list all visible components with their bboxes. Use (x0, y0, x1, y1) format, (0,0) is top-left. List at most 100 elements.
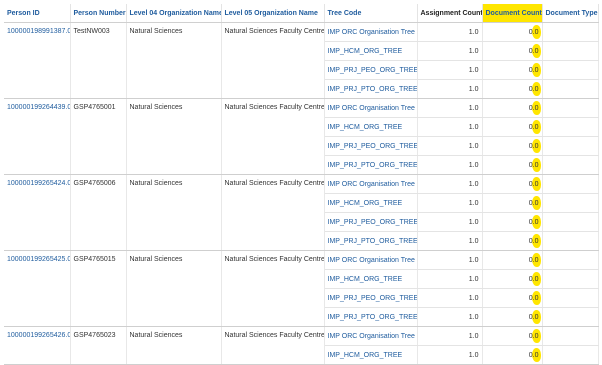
document-type-cell (542, 231, 599, 251)
assignment-count-cell: 1.0 (417, 269, 483, 289)
tree-code-cell[interactable]: IMP_PRJ_PEO_ORG_TREE (324, 60, 418, 80)
document-type-cell (542, 79, 599, 99)
assignment-count-cell: 1.0 (417, 79, 483, 99)
tree-code-cell[interactable]: IMP_PRJ_PTO_ORG_TREE (324, 155, 418, 175)
document-count-value: 0.0 (528, 28, 539, 36)
document-count-cell: 0.0 (482, 288, 543, 308)
tree-code-cell[interactable]: IMP_PRJ_PEO_ORG_TREE (324, 212, 418, 232)
document-type-cell (542, 136, 599, 156)
document-type-cell (542, 60, 599, 80)
assignment-count-cell: 1.0 (417, 288, 483, 308)
document-count-value: 0.0 (528, 123, 539, 131)
document-type-cell (542, 174, 599, 194)
document-count-cell: 0.0 (482, 212, 543, 232)
document-count-value: 0.0 (528, 161, 539, 169)
tree-code-cell[interactable]: IMP_HCM_ORG_TREE (324, 193, 418, 213)
assignment-count-cell: 1.0 (417, 60, 483, 80)
assignment-count-cell: 1.0 (417, 212, 483, 232)
person-id-cell[interactable]: 100000199265426.0 (4, 326, 71, 365)
level04-cell: Natural Sciences (126, 22, 222, 99)
tree-code-cell[interactable]: IMP ORC Organisation Tree (324, 98, 418, 118)
tree-code-cell[interactable]: IMP ORC Organisation Tree (324, 174, 418, 194)
table-row: 100000198991387.0 TestNW003 Natural Scienc… (4, 22, 599, 99)
document-count-cell: 0.0 (482, 117, 543, 137)
document-count-value: 0.0 (528, 66, 539, 74)
level05-cell: Natural Sciences Faculty Centre (221, 174, 325, 251)
document-type-cell (542, 307, 599, 327)
table-body: 100000198991387.0 TestNW003 Natural Scienc… (4, 22, 599, 365)
document-count-cell: 0.0 (482, 345, 543, 365)
assignment-count-cell: 1.0 (417, 41, 483, 61)
document-count-cell: 0.0 (482, 250, 543, 270)
table-row: 100000199265424.0 GSP4765006 Natural Scien… (4, 174, 599, 251)
table-row: 100000199265425.0 GSP4765015 Natural Scien… (4, 250, 599, 327)
column-header-level05[interactable]: Level 05 Organization Name (221, 4, 325, 23)
person-id-cell[interactable]: 100000199264439.0 (4, 98, 71, 175)
column-header-assignment-count[interactable]: Assignment Count (417, 4, 483, 23)
report-table: Person ID Person Number Level 04 Organiz… (4, 4, 599, 365)
column-header-document-count[interactable]: Document Count (482, 4, 543, 23)
document-type-cell (542, 98, 599, 118)
document-count-value: 0.0 (528, 351, 539, 359)
document-count-cell: 0.0 (482, 60, 543, 80)
level04-cell: Natural Sciences (126, 174, 222, 251)
person-id-cell[interactable]: 100000198991387.0 (4, 22, 71, 99)
tree-code-cell[interactable]: IMP ORC Organisation Tree (324, 250, 418, 270)
document-count-value: 0.0 (528, 237, 539, 245)
assignment-count-cell: 1.0 (417, 136, 483, 156)
assignment-count-cell: 1.0 (417, 117, 483, 137)
tree-code-cell[interactable]: IMP_PRJ_PTO_ORG_TREE (324, 231, 418, 251)
document-count-value: 0.0 (528, 104, 539, 112)
level04-cell: Natural Sciences (126, 98, 222, 175)
document-count-cell: 0.0 (482, 22, 543, 42)
tree-code-cell[interactable]: IMP_HCM_ORG_TREE (324, 41, 418, 61)
person-number-cell: GSP4765001 (70, 98, 127, 175)
document-count-value: 0.0 (528, 256, 539, 264)
assignment-count-cell: 1.0 (417, 250, 483, 270)
document-count-cell: 0.0 (482, 174, 543, 194)
column-header-person-number[interactable]: Person Number (70, 4, 127, 23)
tree-code-cell[interactable]: IMP_HCM_ORG_TREE (324, 269, 418, 289)
column-header-document-type[interactable]: Document Type (542, 4, 599, 23)
person-number-cell: GSP4765006 (70, 174, 127, 251)
table-row: 100000199265426.0 GSP4765023 Natural Scien… (4, 326, 599, 365)
tree-code-cell[interactable]: IMP_HCM_ORG_TREE (324, 345, 418, 365)
person-number-cell: TestNW003 (70, 22, 127, 99)
header-row: Person ID Person Number Level 04 Organiz… (4, 4, 599, 23)
document-count-value: 0.0 (528, 294, 539, 302)
tree-code-cell[interactable]: IMP_PRJ_PTO_ORG_TREE (324, 307, 418, 327)
assignment-count-cell: 1.0 (417, 345, 483, 365)
column-header-person-id[interactable]: Person ID (4, 4, 71, 23)
document-count-value: 0.0 (528, 332, 539, 340)
document-count-cell: 0.0 (482, 136, 543, 156)
document-count-value: 0.0 (528, 142, 539, 150)
document-count-value: 0.0 (528, 85, 539, 93)
document-type-cell (542, 269, 599, 289)
assignment-count-cell: 1.0 (417, 326, 483, 346)
document-count-value: 0.0 (528, 218, 539, 226)
document-count-value: 0.0 (528, 180, 539, 188)
document-count-cell: 0.0 (482, 307, 543, 327)
tree-code-cell[interactable]: IMP_HCM_ORG_TREE (324, 117, 418, 137)
document-type-cell (542, 22, 599, 42)
document-type-cell (542, 117, 599, 137)
assignment-count-cell: 1.0 (417, 231, 483, 251)
tree-code-cell[interactable]: IMP ORC Organisation Tree (324, 22, 418, 42)
column-header-tree-code[interactable]: Tree Code (324, 4, 418, 23)
tree-code-cell[interactable]: IMP_PRJ_PEO_ORG_TREE (324, 136, 418, 156)
tree-code-cell[interactable]: IMP_PRJ_PEO_ORG_TREE (324, 288, 418, 308)
tree-code-cell[interactable]: IMP_PRJ_PTO_ORG_TREE (324, 79, 418, 99)
person-id-cell[interactable]: 100000199265424.0 (4, 174, 71, 251)
document-count-value: 0.0 (528, 275, 539, 283)
tree-code-cell[interactable]: IMP ORC Organisation Tree (324, 326, 418, 346)
assignment-count-cell: 1.0 (417, 155, 483, 175)
person-number-cell: GSP4765023 (70, 326, 127, 365)
document-count-cell: 0.0 (482, 231, 543, 251)
column-header-level04[interactable]: Level 04 Organization Name (126, 4, 222, 23)
document-type-cell (542, 250, 599, 270)
document-count-value: 0.0 (528, 47, 539, 55)
table-row: 100000199264439.0 GSP4765001 Natural Scien… (4, 98, 599, 175)
document-type-cell (542, 288, 599, 308)
assignment-count-cell: 1.0 (417, 193, 483, 213)
document-type-cell (542, 345, 599, 365)
